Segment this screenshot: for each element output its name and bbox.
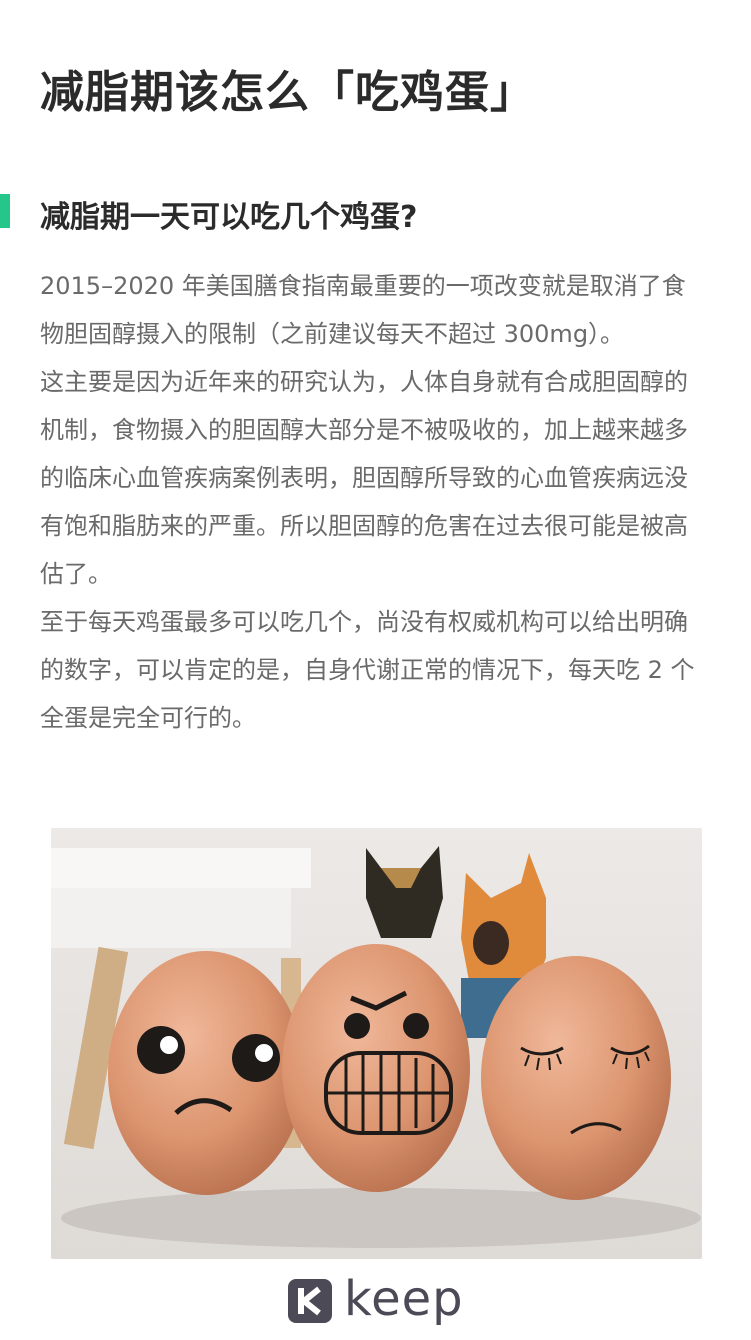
- section-accent-bar: [0, 194, 10, 228]
- paragraph-3: 至于每天鸡蛋最多可以吃几个，尚没有权威机构可以给出明确的数字，可以肯定的是，自身…: [40, 608, 695, 732]
- keep-wordmark: keep: [344, 1271, 464, 1327]
- paragraph-1: 2015–2020 年美国膳食指南最重要的一项改变就是取消了食物胆固醇摄入的限制…: [40, 272, 686, 348]
- eggs-photo: [51, 828, 702, 1259]
- article-title: 减脂期该怎么「吃鸡蛋」: [40, 67, 535, 118]
- article-body: 2015–2020 年美国膳食指南最重要的一项改变就是取消了食物胆固醇摄入的限制…: [40, 262, 708, 742]
- keep-k-icon: [288, 1279, 332, 1323]
- keep-logo: keep: [288, 1271, 488, 1327]
- paragraph-2: 这主要是因为近年来的研究认为，人体自身就有合成胆固醇的机制，食物摄入的胆固醇大部…: [40, 368, 688, 588]
- section-title: 减脂期一天可以吃几个鸡蛋?: [40, 200, 418, 235]
